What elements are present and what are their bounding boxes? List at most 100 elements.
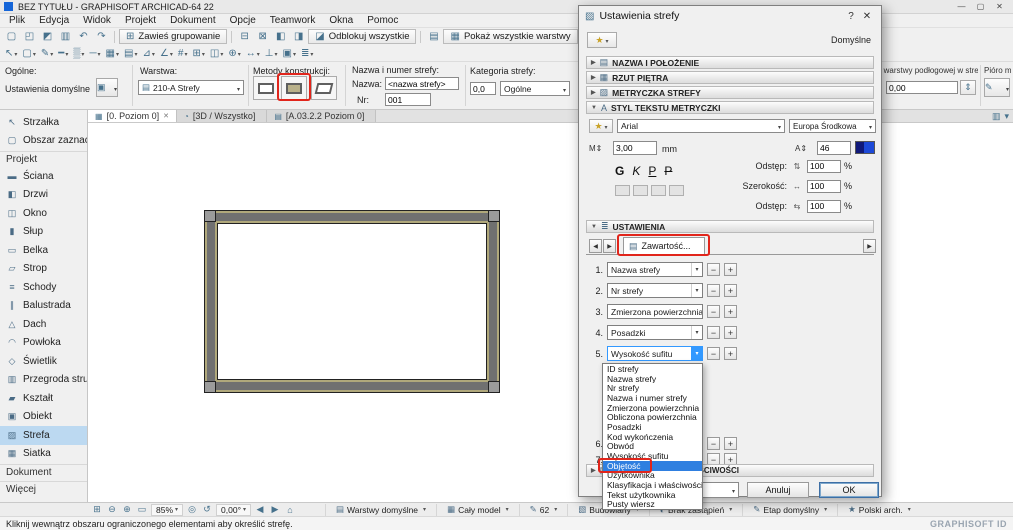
view-tab[interactable]: ▤ [A.03.2.2 Poziom 0] [267, 110, 377, 122]
dropdown-item[interactable]: Zmierzona powierzchnia [603, 403, 702, 413]
stamp-row-select[interactable]: Wysokość sufitu [607, 346, 703, 361]
toolbar-icon[interactable]: ⊥ [263, 46, 280, 60]
menu-item[interactable]: Edycja [32, 15, 76, 26]
toolbox-item[interactable]: ▬ Ściana [0, 167, 87, 186]
stamp-row-select[interactable]: Nazwa strefy [607, 262, 703, 277]
text-size-input[interactable] [613, 141, 657, 155]
toolbar-icon[interactable]: ▦ [104, 46, 121, 60]
adjustment-input[interactable] [807, 199, 841, 213]
toolbox-item[interactable]: ▮ Słup [0, 223, 87, 242]
toolbox-item[interactable]: Więcej [0, 481, 87, 497]
stamp-row-select[interactable]: Nr strefy [607, 283, 703, 298]
room-interior[interactable] [217, 223, 487, 380]
toolbar-icon[interactable]: ◧ [272, 30, 289, 44]
menu-item[interactable]: Pomoc [360, 15, 405, 26]
dropdown-item[interactable]: Nazwa strefy [603, 374, 702, 384]
statusbar-icon[interactable]: ⊞ [90, 504, 104, 516]
toolbox-item[interactable]: ▥ Przegroda struk... [0, 371, 87, 390]
toolbar-icon[interactable]: ▣ [280, 46, 297, 60]
layer-select[interactable]: ▤ 210-A Strefy [138, 80, 244, 95]
tab-scroll-right-button[interactable]: ▶ [603, 239, 616, 253]
italic-button[interactable]: K [632, 164, 640, 178]
adjustment-input[interactable] [807, 159, 841, 173]
toolbar-icon[interactable]: ▥ [57, 30, 74, 44]
add-row-button[interactable]: + [724, 326, 737, 339]
toolbox-item[interactable]: Projekt [0, 151, 87, 167]
underline-button[interactable]: P [648, 164, 656, 178]
section-zone-stamp[interactable]: ▨ METRYCZKA STREFY [586, 86, 874, 99]
section-settings[interactable]: ≣ USTAWIENIA [586, 220, 874, 233]
toolbar-icon[interactable]: ✎ [39, 46, 55, 60]
method-polygon-button[interactable] [253, 76, 279, 100]
toolbox-item[interactable]: ▰ Kształt [0, 389, 87, 408]
dialog-help-button[interactable]: ? [843, 11, 859, 22]
unlock-all-button[interactable]: ◪ Odblokuj wszystkie [308, 29, 417, 44]
tab-scroll-left-button[interactable]: ◀ [589, 239, 602, 253]
toolbox-item[interactable]: ▭ Belka [0, 241, 87, 260]
quick-option-select[interactable]: ✎ 62 [518, 503, 568, 516]
dropdown-item[interactable]: Objętość [603, 460, 702, 471]
menu-item[interactable]: Teamwork [263, 15, 323, 26]
remove-row-button[interactable]: − [707, 347, 720, 360]
statusbar-icon[interactable]: ▭ [135, 504, 149, 516]
quick-option-select[interactable]: ✎ Etap domyślny [742, 503, 837, 516]
remove-row-button[interactable]: − [707, 284, 720, 297]
toolbox-item[interactable]: ◇ Świetlik [0, 352, 87, 371]
default-settings-button[interactable]: ▣ [96, 78, 118, 97]
add-row-button[interactable]: + [724, 437, 737, 450]
cancel-button[interactable]: Anuluj [747, 482, 809, 498]
strikethrough-button[interactable]: P [664, 164, 672, 178]
zone-name-input[interactable] [385, 77, 459, 90]
toolbar-icon[interactable]: ▢ [20, 46, 37, 60]
stamp-row-select[interactable]: Zmierzona powierzchnia [607, 304, 703, 319]
remove-row-button[interactable]: − [707, 305, 720, 318]
quick-option-select[interactable]: ▤ Warstwy domyślne [325, 503, 436, 516]
dropdown-item[interactable]: Obliczona powierzchnia [603, 412, 702, 422]
dropdown-item[interactable]: Posadzki [603, 422, 702, 432]
method-rectangle-button[interactable] [281, 76, 307, 100]
toolbox-item[interactable]: ◫ Okno [0, 204, 87, 223]
toolbox-item[interactable]: ▦ Siatka [0, 445, 87, 464]
toolbox-item[interactable]: ▨ Strefa [0, 426, 87, 445]
toolbar-icon[interactable]: ▢ [3, 30, 20, 44]
encoding-select[interactable]: Europa Środkowa [789, 119, 876, 133]
dialog-titlebar[interactable]: ▨ Ustawienia strefy ? ✕ [579, 6, 881, 26]
toolbar-icon[interactable]: ━ [56, 46, 70, 60]
section-stamp-text-style[interactable]: A STYL TEKSTU METRYCZKI [586, 101, 874, 114]
toolbar-icon[interactable]: ◩ [39, 30, 56, 44]
dropdown-item[interactable]: Nazwa i numer strefy [603, 393, 702, 403]
menu-item[interactable]: Plik [2, 15, 32, 26]
dropdown-item[interactable]: Wysokość sufitu [603, 451, 702, 461]
quick-option-select[interactable]: ▦ Cały model [436, 503, 519, 516]
toolbar-icon[interactable]: ⊿ [140, 46, 156, 60]
view-tab[interactable]: ▦ [0. Poziom 0] ✕ [88, 110, 177, 122]
show-all-layers-button[interactable]: ▦ Pokaż wszystkie warstwy [443, 29, 578, 44]
dropdown-item[interactable]: Nr strefy [603, 383, 702, 393]
text-height-input[interactable] [817, 141, 851, 155]
tab-list-icon[interactable]: ▾ [1004, 111, 1009, 122]
toolbox-item[interactable]: ▢ Obszar zaznacz... [0, 132, 87, 151]
statusbar-icon[interactable]: ↺ [200, 504, 214, 516]
menu-item[interactable]: Opcje [223, 15, 263, 26]
add-row-button[interactable]: + [724, 305, 737, 318]
statusbar-icon[interactable]: ◎ [185, 504, 199, 516]
font-select[interactable]: Arial [617, 119, 785, 133]
fraction-button[interactable] [669, 185, 684, 196]
statusbar-icon[interactable]: ⊕ [120, 504, 134, 516]
statusbar-icon[interactable]: ⌂ [283, 504, 297, 516]
statusbar-icon[interactable]: ⊖ [105, 504, 119, 516]
toolbar-icon[interactable]: ◫ [208, 46, 225, 60]
toolbar-icon[interactable]: ↷ [93, 30, 110, 44]
toolbox-item[interactable]: △ Dach [0, 315, 87, 334]
dropdown-item[interactable]: Klasyfikacja i właściwości [603, 480, 702, 490]
toolbar-icon[interactable]: ◨ [290, 30, 307, 44]
menu-item[interactable]: Widok [76, 15, 118, 26]
dropdown-item[interactable]: Obwód [603, 442, 702, 452]
section-floor-plan[interactable]: ▦ RZUT PIĘTRA [586, 71, 874, 84]
add-row-button[interactable]: + [724, 347, 737, 360]
toolbar-icon[interactable]: ⊞ [190, 46, 206, 60]
toolbar-icon[interactable]: ▤ [425, 30, 442, 44]
floor-level-height-input[interactable] [886, 81, 958, 94]
toolbar-icon[interactable]: ◰ [21, 30, 38, 44]
content-tab[interactable]: ▤ Zawartość... [623, 237, 705, 254]
